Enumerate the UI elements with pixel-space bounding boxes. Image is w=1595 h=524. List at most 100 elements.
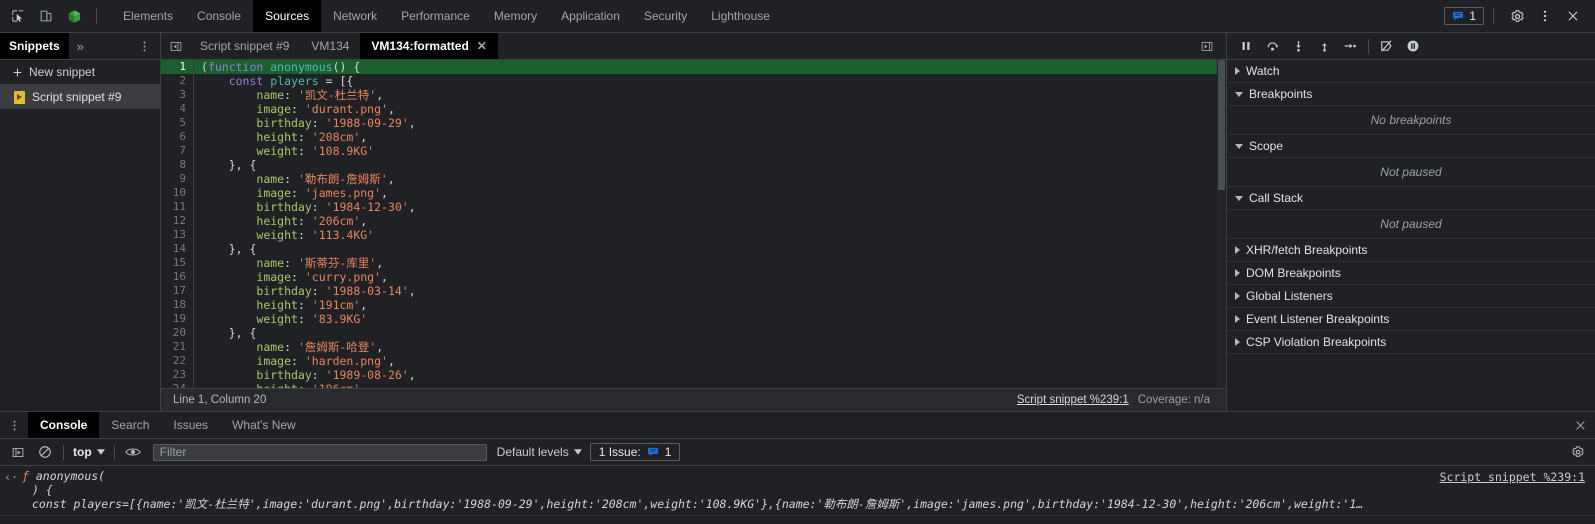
console-log-levels-selector[interactable]: Default levels (493, 445, 586, 459)
line-number[interactable]: 10 (161, 186, 193, 200)
close-icon[interactable] (1565, 419, 1595, 432)
source-origin-link[interactable]: Script snippet %239:1 (1017, 394, 1129, 406)
line-number[interactable]: 6 (161, 130, 193, 144)
line-number[interactable]: 18 (161, 298, 193, 312)
debugger-section-dom-breakpoints[interactable]: DOM Breakpoints (1227, 262, 1595, 285)
editor-tab-vm134-formatted[interactable]: VM134:formatted ✕ (360, 33, 498, 59)
execution-context-selector[interactable]: top (69, 445, 109, 459)
drawer-tab-console[interactable]: Console (28, 412, 100, 438)
line-number[interactable]: 11 (161, 200, 193, 214)
drawer-kebab-menu-icon[interactable] (0, 419, 28, 432)
drawer-tab-search[interactable]: Search (99, 412, 161, 438)
chevron-right-icon (1235, 67, 1240, 75)
line-number[interactable]: 2 (161, 74, 193, 88)
tab-performance[interactable]: Performance (389, 0, 482, 32)
line-number[interactable]: 19 (161, 312, 193, 326)
close-icon[interactable]: ✕ (477, 39, 487, 53)
issues-counter-button[interactable]: 1 (1444, 7, 1484, 25)
console-message-row[interactable]: ‹· ƒ anonymous( ) { const players=[{name… (0, 466, 1595, 516)
debugger-section-event-listener-breakpoints[interactable]: Event Listener Breakpoints (1227, 308, 1595, 331)
console-message-line2: ) { (32, 483, 53, 497)
console-source-link[interactable]: Script snippet %239:1 (1440, 470, 1585, 484)
step-over-icon[interactable] (1259, 34, 1285, 58)
show-navigator-icon[interactable] (167, 38, 185, 54)
debugger-section-watch[interactable]: Watch (1227, 60, 1595, 83)
line-number[interactable]: 5 (161, 116, 193, 130)
show-debugger-sidebar-icon[interactable] (1198, 38, 1216, 54)
line-number[interactable]: 20 (161, 326, 193, 340)
debugger-section-global-listeners[interactable]: Global Listeners (1227, 285, 1595, 308)
scrollbar-thumb[interactable] (1218, 60, 1225, 190)
kebab-menu-icon[interactable] (1532, 3, 1558, 29)
line-number[interactable]: 16 (161, 270, 193, 284)
line-number[interactable]: 8 (161, 158, 193, 172)
clear-console-icon[interactable] (31, 440, 58, 464)
tab-network[interactable]: Network (321, 0, 389, 32)
deactivate-breakpoints-icon[interactable] (1374, 34, 1400, 58)
resume-script-icon[interactable] (1233, 34, 1259, 58)
close-icon[interactable] (1560, 3, 1586, 29)
drawer-tab-whats-new[interactable]: What's New (220, 412, 308, 438)
inspect-cursor-icon[interactable] (5, 3, 31, 29)
editor-tabbar: Script snippet #9 VM134 VM134:formatted … (161, 33, 1226, 60)
console-issues-button[interactable]: 1 Issue: 1 (589, 443, 681, 461)
code-token: : (297, 144, 312, 158)
line-number[interactable]: 23 (161, 368, 193, 382)
navigator-more-tabs[interactable]: » (69, 33, 92, 59)
line-number[interactable]: 22 (161, 354, 193, 368)
node-cube-icon[interactable] (61, 3, 87, 29)
navigator-kebab-menu-icon[interactable] (129, 33, 160, 59)
code-editor[interactable]: 1 (function anonymous() {2 const players … (161, 60, 1226, 388)
line-number[interactable]: 15 (161, 256, 193, 270)
editor-tab-script-snippet-9[interactable]: Script snippet #9 (189, 33, 300, 59)
code-token: name (256, 172, 285, 186)
editor-vertical-scrollbar[interactable] (1217, 60, 1226, 388)
expand-arrow-icon[interactable]: ‹· (0, 469, 22, 484)
sidebar-item-script-snippet-9[interactable]: Script snippet #9 (0, 85, 160, 109)
code-line-text: (function anonymous() { (194, 60, 1226, 74)
debugger-section-breakpoints[interactable]: Breakpoints (1227, 83, 1595, 106)
pause-on-exceptions-icon[interactable] (1400, 34, 1426, 58)
tab-console[interactable]: Console (185, 0, 253, 32)
live-expression-icon[interactable] (120, 440, 147, 464)
debugger-section-xhr-fetch-breakpoints[interactable]: XHR/fetch Breakpoints (1227, 239, 1595, 262)
step-out-icon[interactable] (1311, 34, 1337, 58)
debugger-section-csp-violation-breakpoints[interactable]: CSP Violation Breakpoints (1227, 331, 1595, 354)
navigator-tab-snippets[interactable]: Snippets (0, 33, 69, 59)
tab-application[interactable]: Application (549, 0, 632, 32)
line-number[interactable]: 21 (161, 340, 193, 354)
console-filter-input[interactable] (152, 443, 487, 461)
tab-elements[interactable]: Elements (111, 0, 185, 32)
tab-sources[interactable]: Sources (253, 0, 322, 32)
line-number[interactable]: 9 (161, 172, 193, 186)
code-token: height (256, 382, 298, 388)
tab-lighthouse[interactable]: Lighthouse (699, 0, 782, 32)
gear-icon[interactable] (1564, 440, 1591, 464)
step-into-icon[interactable] (1285, 34, 1311, 58)
line-number[interactable]: 1 (161, 60, 193, 74)
new-snippet-button[interactable]: New snippet (0, 60, 160, 85)
debugger-section-call-stack[interactable]: Call Stack (1227, 187, 1595, 210)
editor-tab-vm134[interactable]: VM134 (300, 33, 360, 59)
line-number[interactable]: 4 (161, 102, 193, 116)
console-sidebar-icon[interactable] (4, 440, 31, 464)
step-icon[interactable] (1337, 34, 1363, 58)
tab-security[interactable]: Security (632, 0, 699, 32)
tab-memory[interactable]: Memory (482, 0, 549, 32)
line-number[interactable]: 14 (161, 242, 193, 256)
gear-icon[interactable] (1504, 3, 1530, 29)
debugger-section-scope[interactable]: Scope (1227, 135, 1595, 158)
line-number[interactable]: 17 (161, 284, 193, 298)
device-toolbar-icon[interactable] (33, 3, 59, 29)
line-number[interactable]: 12 (161, 214, 193, 228)
line-number[interactable]: 24 (161, 382, 193, 388)
console-messages[interactable]: ‹· ƒ anonymous( ) { const players=[{name… (0, 466, 1595, 524)
code-token: '191cm' (311, 298, 361, 312)
line-number[interactable]: 3 (161, 88, 193, 102)
code-line-text: height: '206cm', (194, 214, 1226, 228)
line-number[interactable]: 13 (161, 228, 193, 242)
drawer-tab-issues[interactable]: Issues (161, 412, 220, 438)
line-number[interactable]: 7 (161, 144, 193, 158)
code-token: 'harden.png' (304, 354, 388, 368)
